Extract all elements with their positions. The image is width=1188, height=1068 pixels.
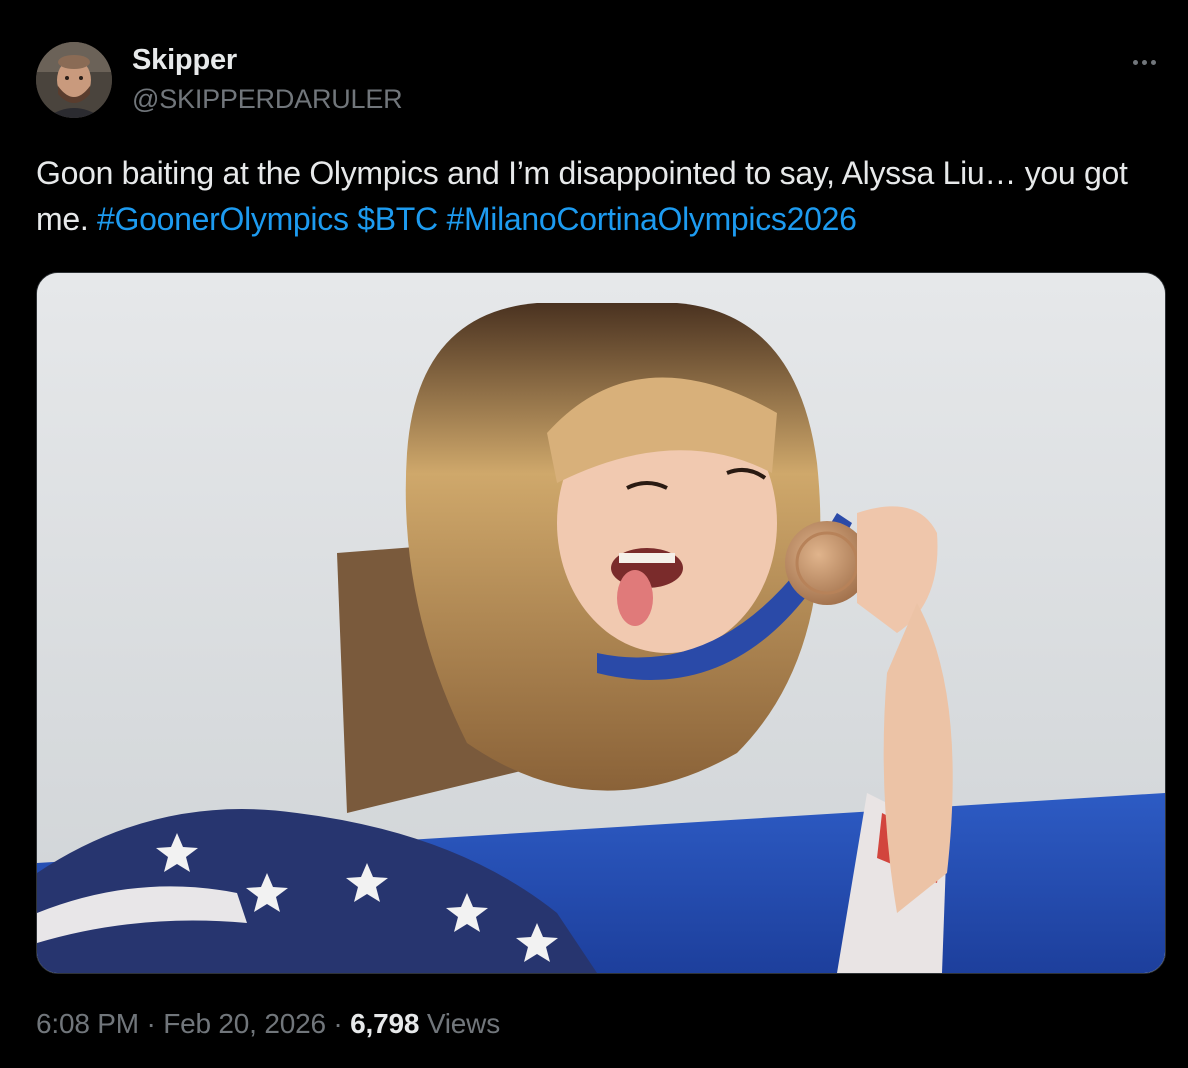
- meta-separator: ·: [333, 1008, 343, 1039]
- tweet-text: Goon baiting at the Olympics and I’m dis…: [36, 150, 1156, 242]
- cashtag-link[interactable]: $BTC: [357, 201, 438, 237]
- hashtag-link[interactable]: #MilanoCortinaOlympics2026: [446, 201, 856, 237]
- more-horizontal-icon: [1132, 59, 1138, 65]
- more-horizontal-icon: [1141, 59, 1147, 65]
- tweet-card: Skipper @SKIPPERDARULER Goon baiting at …: [0, 0, 1188, 1068]
- user-avatar-icon: [36, 42, 112, 118]
- views-label: Views: [426, 1008, 500, 1039]
- tweet-time[interactable]: 6:08 PM: [36, 1008, 139, 1039]
- tweet-media-image[interactable]: [36, 272, 1166, 974]
- meta-separator: ·: [146, 1008, 156, 1039]
- more-options-button[interactable]: [1124, 50, 1164, 74]
- author-avatar[interactable]: [36, 42, 112, 118]
- author-handle[interactable]: @SKIPPERDARULER: [132, 84, 403, 115]
- author-display-name[interactable]: Skipper: [132, 44, 237, 77]
- tweet-metadata: 6:08 PM · Feb 20, 2026 · 6,798 Views: [36, 1008, 500, 1040]
- photo-illustration: [37, 273, 1165, 973]
- more-horizontal-icon: [1150, 59, 1156, 65]
- hashtag-link[interactable]: #GoonerOlympics: [97, 201, 349, 237]
- views-count: 6,798: [350, 1008, 420, 1039]
- tweet-date[interactable]: Feb 20, 2026: [163, 1008, 326, 1039]
